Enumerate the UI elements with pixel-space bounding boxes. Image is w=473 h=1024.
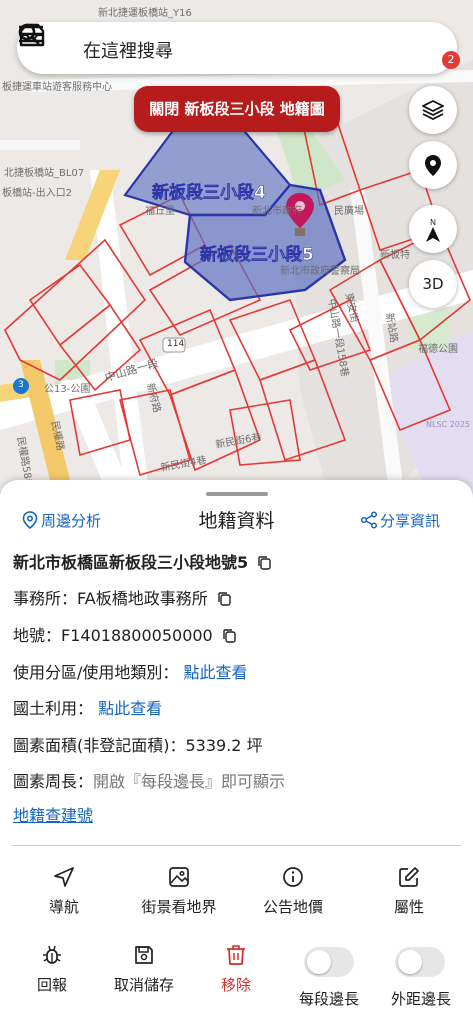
- save-icon: [135, 946, 153, 964]
- share-icon: [360, 511, 378, 529]
- unsave-label: 取消儲存: [113, 976, 174, 994]
- attributes-label: 屬性: [393, 898, 424, 916]
- edit-icon: [399, 867, 419, 887]
- lot-value: F14018800050000: [61, 626, 213, 645]
- divider: [12, 845, 461, 846]
- share-label: 分享資訊: [380, 512, 441, 530]
- copy-icon[interactable]: [217, 591, 232, 606]
- report-button[interactable]: 回報: [2, 944, 102, 995]
- parcel-name: 新北市板橋區新板段三小段地號5: [13, 553, 249, 572]
- map-label: 板捷運車站遊客服務中心: [2, 82, 112, 93]
- parcel-name-row: 新北市板橋區新板段三小段地號5: [13, 549, 272, 573]
- land-price-button[interactable]: 公告地價: [243, 866, 343, 917]
- compass-icon: N: [426, 218, 440, 242]
- landuse-label: 國土利用：: [13, 699, 94, 718]
- parcel-4-label[interactable]: 新板段三小段4: [152, 178, 266, 204]
- lot-label: 地號：: [13, 626, 62, 645]
- map-label: 北捷板橋站_BL07: [4, 168, 85, 179]
- perimeter-value: 開啟『每段邊長』即可顯示: [93, 772, 286, 791]
- report-label: 回報: [36, 976, 67, 994]
- compass-button[interactable]: N: [409, 205, 457, 253]
- office-value: FA板橋地政事務所: [77, 589, 208, 608]
- building-number-link[interactable]: 地籍查建號: [13, 802, 93, 826]
- attributes-button[interactable]: 屬性: [359, 866, 459, 917]
- layers-icon: [422, 100, 444, 121]
- 3d-toggle-button[interactable]: 3D: [409, 260, 457, 308]
- toggle-knob: [307, 950, 331, 974]
- streetview-button[interactable]: 街景看地界: [129, 866, 229, 917]
- zoning-row: 使用分區/使用地類別： 點此查看: [13, 659, 248, 683]
- area-value: 5339.2 坪: [185, 736, 263, 755]
- lot-number-row: 地號：F14018800050000: [13, 622, 237, 646]
- drag-handle[interactable]: [206, 492, 268, 496]
- close-cadastral-button[interactable]: 關閉 新板段三小段 地籍圖: [134, 86, 340, 132]
- outer-distance-label: 外距邊長: [390, 990, 451, 1008]
- remove-label: 移除: [220, 976, 251, 994]
- map-watermark: NLSC 2025: [426, 420, 471, 429]
- map-label: 民廣場: [334, 206, 364, 217]
- search-bar[interactable]: 在這裡搜尋 2: [17, 22, 460, 74]
- svg-text:N: N: [430, 218, 436, 227]
- perimeter-label: 圖素周長：: [13, 772, 94, 791]
- map-label: 板橋站-出入口2: [2, 188, 72, 199]
- zoning-link[interactable]: 點此查看: [184, 663, 248, 682]
- search-input[interactable]: 在這裡搜尋: [83, 37, 173, 63]
- edge-length-label: 每段邊長: [298, 990, 359, 1008]
- nearby-analysis-button[interactable]: 周邊分析: [22, 510, 101, 531]
- location-pin-icon: [425, 155, 441, 176]
- zoning-label: 使用分區/使用地類別：: [13, 663, 179, 682]
- sheet-header: 地籍資料 周邊分析 分享資訊: [0, 506, 473, 536]
- map-pin-icon: [22, 511, 38, 530]
- layers-button[interactable]: [409, 86, 457, 134]
- copy-icon[interactable]: [257, 555, 272, 570]
- inbox-icon[interactable]: [17, 22, 47, 50]
- unsave-button[interactable]: 取消儲存: [94, 944, 194, 995]
- map-label: 新北市政府: [252, 206, 302, 217]
- navigate-label: 導航: [48, 898, 79, 916]
- remove-button[interactable]: 移除: [186, 944, 286, 995]
- map-label: 福德公園: [418, 344, 458, 355]
- nearby-label: 周邊分析: [41, 512, 102, 530]
- trash-icon: [227, 945, 245, 965]
- map-view[interactable]: 新北捷運板橋站_Y16 板捷運車站遊客服務中心 北捷板橋站_BL07 板橋站-出…: [0, 0, 473, 500]
- toggle-knob: [398, 950, 422, 974]
- navigation-arrow-icon: [54, 867, 74, 887]
- road-number: 114: [167, 339, 185, 349]
- bug-icon: [43, 945, 61, 964]
- copy-icon[interactable]: [222, 628, 237, 643]
- map-label: 福丘里: [145, 206, 175, 217]
- edge-length-toggle[interactable]: [304, 947, 354, 977]
- info-icon: [283, 867, 303, 887]
- office-label: 事務所：: [13, 589, 78, 608]
- landuse-link[interactable]: 點此查看: [98, 699, 162, 718]
- area-row: 圖素面積(非登記面積)：5339.2 坪: [13, 732, 263, 756]
- notification-badge: 2: [442, 51, 460, 69]
- map-label: 公13-公園: [44, 384, 91, 395]
- parcel-5-label[interactable]: 新板段三小段5: [200, 240, 314, 266]
- landuse-row: 國土利用： 點此查看: [13, 695, 162, 719]
- map-label: 新北捷運板橋站_Y16: [98, 8, 192, 19]
- area-label: 圖素面積(非登記面積)：: [13, 736, 186, 755]
- my-location-button[interactable]: [409, 141, 457, 189]
- outer-distance-toggle[interactable]: [395, 947, 445, 977]
- share-button[interactable]: 分享資訊: [360, 510, 440, 531]
- streetview-label: 街景看地界: [141, 898, 217, 916]
- navigate-button[interactable]: 導航: [14, 866, 114, 917]
- map-label: 新板特: [380, 250, 410, 261]
- parcel-info-sheet: 地籍資料 周邊分析 分享資訊 新北市板橋區新板段三小段地號5 事務所：FA板橋地…: [0, 480, 473, 1024]
- perimeter-row: 圖素周長：開啟『每段邊長』即可顯示: [13, 768, 285, 792]
- image-icon: [169, 867, 189, 887]
- office-row: 事務所：FA板橋地政事務所: [13, 585, 232, 609]
- road-number: 3: [18, 380, 24, 390]
- land-price-label: 公告地價: [262, 898, 323, 916]
